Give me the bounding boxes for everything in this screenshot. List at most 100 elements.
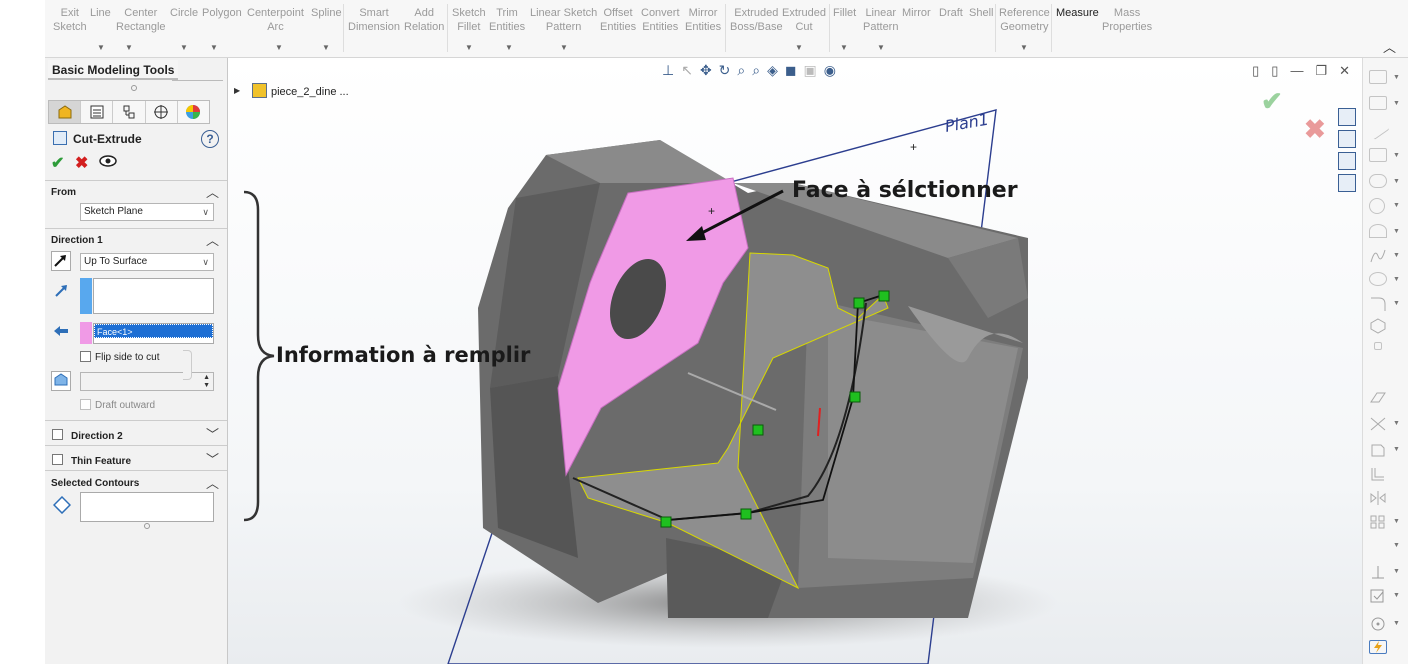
trim-icon[interactable] <box>1369 416 1387 431</box>
panel-resize-handle-icon[interactable] <box>144 523 150 529</box>
panel-handle-icon[interactable] <box>131 85 137 91</box>
flip-side-checkbox[interactable] <box>80 351 91 362</box>
dropdown-arrow-icon[interactable]: ▼ <box>877 43 885 52</box>
polygon-button[interactable]: Polygon <box>202 6 242 20</box>
selected-contours-section-header[interactable]: Selected Contours ︿ <box>45 470 227 492</box>
dropdown-arrow-icon[interactable]: ▼ <box>210 43 218 52</box>
spin-up-icon[interactable]: ▲ <box>203 374 210 381</box>
dropdown-arrow-icon[interactable]: ▼ <box>1393 446 1400 453</box>
text-icon[interactable] <box>1369 364 1387 378</box>
dropdown-arrow-icon[interactable]: ▼ <box>795 43 803 52</box>
sketch-handle[interactable] <box>849 391 861 403</box>
face-selection-value[interactable]: Face<1> <box>94 324 213 338</box>
dropdown-arrow-icon[interactable]: ▼ <box>1393 542 1400 549</box>
fillet-sketch-icon[interactable] <box>1369 296 1387 311</box>
polygon-icon[interactable] <box>1369 318 1387 334</box>
mirror-icon[interactable] <box>1369 490 1387 505</box>
smart-dimension-button[interactable]: Smart Dimension <box>348 6 400 34</box>
direction2-section-header[interactable]: Direction 2 ﹀ <box>45 420 227 445</box>
chevron-down-icon[interactable]: ﹀ <box>206 449 219 468</box>
chevron-up-icon[interactable]: ︿ <box>206 182 219 201</box>
spin-down-icon[interactable]: ▼ <box>203 382 210 389</box>
fillet-button[interactable]: Fillet <box>833 6 856 20</box>
dropdown-arrow-icon[interactable]: ▼ <box>1393 518 1400 525</box>
dropdown-arrow-icon[interactable]: ▼ <box>1393 592 1400 599</box>
dropdown-arrow-icon[interactable]: ▼ <box>1393 568 1400 575</box>
repair-sketch-icon[interactable] <box>1369 588 1387 603</box>
dropdown-arrow-icon[interactable]: ▼ <box>1393 276 1400 283</box>
centerpoint-arc-button[interactable]: Centerpoint Arc <box>247 6 304 34</box>
pattern-icon[interactable] <box>1369 514 1387 529</box>
draft-angle-spinner[interactable]: ▲ ▼ <box>80 372 214 391</box>
from-select[interactable]: Sketch Plane ∨ <box>80 203 214 221</box>
extruded-cut-button[interactable]: Extruded Cut <box>782 6 826 34</box>
dropdown-arrow-icon[interactable]: ▼ <box>322 43 330 52</box>
direction-vector-field[interactable] <box>93 278 214 314</box>
center-rectangle-button[interactable]: Center Rectangle <box>116 6 166 34</box>
sketch-handle[interactable] <box>853 297 865 309</box>
reverse-direction-icon[interactable] <box>51 251 71 271</box>
extruded-boss-button[interactable]: Extruded Boss/Base <box>730 6 783 34</box>
sketch-handle[interactable] <box>878 290 890 302</box>
dropdown-arrow-icon[interactable]: ▼ <box>1393 620 1400 627</box>
shell-button[interactable]: Shell <box>969 6 993 20</box>
dropdown-arrow-icon[interactable]: ▼ <box>1393 228 1400 235</box>
circle-icon[interactable] <box>1369 198 1385 214</box>
mirror-entities-button[interactable]: Mirror Entities <box>685 6 721 34</box>
dropdown-arrow-icon[interactable]: ▼ <box>560 43 568 52</box>
draft-button[interactable]: Draft <box>939 6 963 20</box>
collapse-ribbon-icon[interactable]: ︿ <box>1383 37 1396 56</box>
direction2-checkbox[interactable] <box>52 429 63 440</box>
point-icon[interactable] <box>1374 342 1382 350</box>
sketch-handle[interactable] <box>660 516 672 528</box>
spline-icon[interactable] <box>1369 248 1387 263</box>
thin-feature-section-header[interactable]: Thin Feature ﹀ <box>45 445 227 470</box>
thin-feature-checkbox[interactable] <box>52 454 63 465</box>
sketch-handle[interactable] <box>740 508 752 520</box>
dropdown-arrow-icon[interactable]: ▼ <box>1393 100 1400 107</box>
sketch-fillet-button[interactable]: Sketch Fillet <box>452 6 486 34</box>
dropdown-arrow-icon[interactable]: ▼ <box>1393 252 1400 259</box>
dropdown-arrow-icon[interactable]: ▼ <box>1393 202 1400 209</box>
dropdown-arrow-icon[interactable]: ▼ <box>465 43 473 52</box>
sketch-handle[interactable] <box>752 424 764 436</box>
direction1-section-header[interactable]: Direction 1 ︿ <box>45 228 227 248</box>
dropdown-arrow-icon[interactable]: ▼ <box>1393 420 1400 427</box>
dropdown-arrow-icon[interactable]: ▼ <box>1020 43 1028 52</box>
property-manager-icon[interactable] <box>81 101 114 123</box>
line-button[interactable]: Line <box>90 6 111 20</box>
dropdown-arrow-icon[interactable]: ▼ <box>1393 300 1400 307</box>
dropdown-arrow-icon[interactable]: ▼ <box>97 43 105 52</box>
mirror-button[interactable]: Mirror <box>902 6 931 20</box>
line-icon[interactable] <box>1366 118 1390 140</box>
panel-collapse-grip[interactable] <box>183 350 192 380</box>
cancel-x-icon[interactable]: ✖ <box>75 153 88 173</box>
chevron-up-icon[interactable]: ︿ <box>206 230 219 249</box>
configuration-manager-icon[interactable] <box>113 101 146 123</box>
parallelogram-icon[interactable] <box>1369 96 1387 110</box>
from-section-header[interactable]: From ︿ <box>45 180 227 200</box>
dropdown-arrow-icon[interactable]: ▼ <box>1393 152 1400 159</box>
preview-eye-icon[interactable] <box>99 154 117 170</box>
offset-entities-button[interactable]: Offset Entities <box>600 6 636 34</box>
draft-outward-checkbox[interactable] <box>80 399 91 410</box>
reference-geometry-button[interactable]: Reference Geometry <box>999 6 1050 34</box>
convert-entities-button[interactable]: Convert Entities <box>641 6 680 34</box>
plane-icon[interactable] <box>1369 390 1387 404</box>
linear-pattern-button[interactable]: Linear Pattern <box>863 6 898 34</box>
selected-contours-field[interactable] <box>80 492 214 522</box>
move-icon[interactable] <box>1369 538 1387 552</box>
dropdown-arrow-icon[interactable]: ▼ <box>275 43 283 52</box>
dropdown-arrow-icon[interactable]: ▼ <box>180 43 188 52</box>
display-manager-icon[interactable] <box>177 101 210 123</box>
centerline-icon[interactable] <box>1369 148 1387 162</box>
end-condition-select[interactable]: Up To Surface ∨ <box>80 253 214 271</box>
quick-snaps-icon[interactable] <box>1369 616 1387 631</box>
chevron-down-icon[interactable]: ﹀ <box>206 424 219 443</box>
trim-entities-button[interactable]: Trim Entities <box>489 6 525 34</box>
exit-sketch-button[interactable]: Exit Sketch <box>53 6 87 34</box>
dropdown-arrow-icon[interactable]: ▼ <box>1393 74 1400 81</box>
measure-button[interactable]: Measure <box>1056 6 1099 20</box>
circle-button[interactable]: Circle <box>170 6 198 20</box>
relations-icon[interactable] <box>1369 564 1387 579</box>
